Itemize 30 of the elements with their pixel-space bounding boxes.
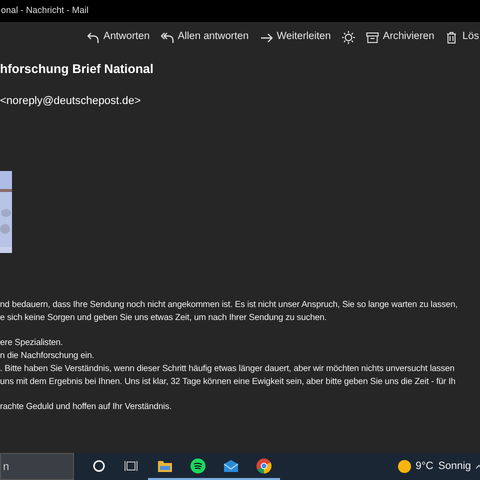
delete-button[interactable]: Lös <box>445 29 479 45</box>
temperature-text: 9°C <box>416 458 434 474</box>
chrome-icon <box>256 458 272 474</box>
body-text-line: rachte Geduld und hoffen auf Ihr Verständnis. <box>0 400 173 413</box>
theme-button[interactable] <box>342 30 355 44</box>
spotify-icon <box>190 458 206 474</box>
forward-button[interactable]: Weiterleiten <box>260 29 331 45</box>
search-field[interactable]: n <box>0 453 74 480</box>
sender-address: <noreply@deutschepost.de> <box>0 94 142 109</box>
trash-icon <box>445 30 458 44</box>
body-text-line: e sich keine Sorgen und geben Sie uns etwas Zeit, um nach Ihrer Sendung zu suchen. <box>0 311 328 324</box>
sun-icon <box>398 460 411 473</box>
weather-condition: Sonnig <box>438 458 471 474</box>
body-text-line: . Bitte haben Sie Verständnis, wenn dieser Schritt häufig etwas länger dauert, aber wir möchten nichts unversucht lassen <box>0 362 456 375</box>
body-text-line: nd bedauern, dass Ihre Sendung noch nicht angekommen ist. Es ist nicht unser Anspruch, Sie so lange warten zu lassen, <box>0 298 459 312</box>
reply-button[interactable]: Antworten <box>86 29 150 45</box>
archive-button[interactable]: Archivieren <box>366 29 434 45</box>
window-title: onal - Nachricht - Mail <box>1 4 89 18</box>
body-text-line: n die Nachforschung ein. <box>0 349 96 362</box>
reply-all-button[interactable]: Allen antworten <box>160 29 249 45</box>
arrow-right-icon <box>260 30 273 44</box>
reply-icon <box>86 30 100 44</box>
sun-icon <box>342 30 355 44</box>
archive-icon <box>366 30 379 44</box>
body-text-line: uns mit dem Ergebnis bei Ihnen. Uns ist klar, 32 Tage können eine Ewigkeit sein, aber bitte geben Sie uns die Zeit - für Ih <box>0 374 457 388</box>
body-text-line: ere Spezialisten. <box>0 336 64 350</box>
cortana-circle-icon <box>90 458 106 474</box>
message-subject: hforschung Brief National <box>0 61 154 78</box>
reply-all-icon <box>160 30 174 44</box>
envelope-icon <box>222 458 238 474</box>
